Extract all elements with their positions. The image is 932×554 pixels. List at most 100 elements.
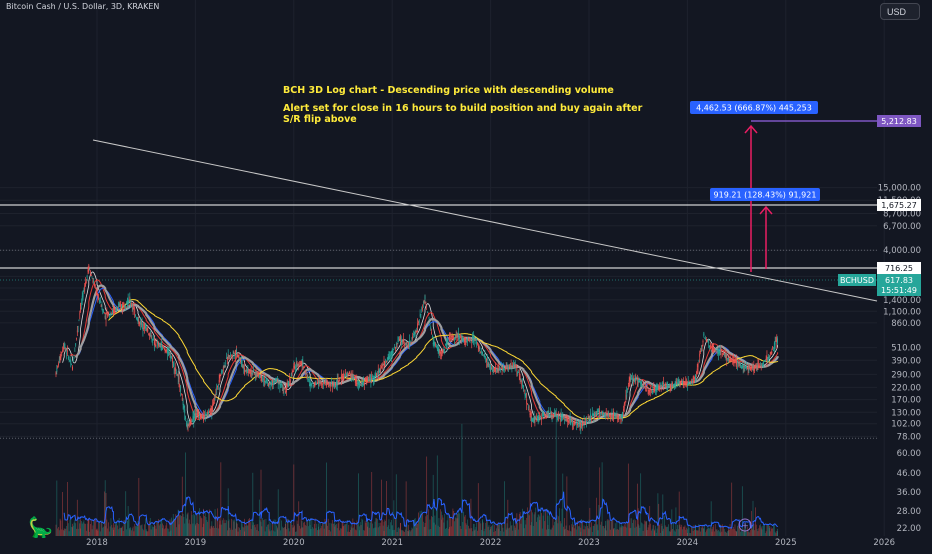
volume-bar <box>238 527 240 536</box>
volume-bar <box>505 529 507 536</box>
volume-bar <box>226 530 228 536</box>
volume-bar <box>636 526 637 536</box>
candle-body <box>689 380 691 382</box>
volume-bar <box>345 523 347 536</box>
volume-bar <box>227 521 229 536</box>
candle-body <box>752 368 754 370</box>
volume-bar <box>388 519 390 536</box>
candle-body <box>361 382 363 386</box>
candle-body <box>272 380 274 385</box>
volume-bar <box>336 528 338 536</box>
candle-body <box>122 303 123 307</box>
volume-bar <box>459 525 461 536</box>
volume-bar <box>245 523 247 536</box>
candle-body <box>346 374 348 376</box>
volume-bar <box>294 525 296 536</box>
candle-body <box>672 382 674 385</box>
volume-bar <box>370 520 372 536</box>
candle-body <box>117 308 118 310</box>
candle-body <box>65 349 67 351</box>
candle-body <box>579 422 581 424</box>
volume-bar <box>463 516 465 536</box>
candle-body <box>772 346 774 349</box>
candle-body <box>354 377 355 378</box>
candle-body <box>99 300 100 302</box>
volume-bar <box>737 525 738 536</box>
volume-bar <box>441 519 442 536</box>
volume-bar <box>708 527 710 536</box>
candle-body <box>594 415 596 417</box>
volume-bar <box>580 527 582 536</box>
volume-bar <box>492 521 494 536</box>
price-tick-label: 6,700.00 <box>883 222 921 232</box>
candle-body <box>127 298 129 303</box>
volume-icon[interactable]: 🦕 <box>28 515 53 539</box>
candle-body <box>427 311 428 313</box>
volume-bar <box>632 522 633 536</box>
candle-body <box>171 357 173 359</box>
candle-body <box>760 364 762 367</box>
candle-body <box>582 421 584 424</box>
candle-body <box>176 372 177 374</box>
candle-body <box>293 366 295 371</box>
candle-body <box>241 362 243 366</box>
volume-bar <box>320 528 322 536</box>
candle-body <box>576 420 578 424</box>
candle-body <box>614 414 615 416</box>
candle-body <box>732 359 734 364</box>
candle-body <box>282 389 284 391</box>
volume-bar <box>85 530 87 536</box>
candle-body <box>692 377 694 379</box>
chart-canvas[interactable]: BCH 3D Log chart - Descending price with… <box>0 0 932 550</box>
candle-body <box>681 380 683 382</box>
symbol-title: Bitcoin Cash / U.S. Dollar, 3D, KRAKEN <box>6 2 160 11</box>
candle-body <box>121 305 122 308</box>
volume-bar <box>153 526 154 536</box>
candle-body <box>158 343 160 345</box>
candle-body <box>312 382 314 384</box>
candle-body <box>450 338 452 340</box>
volume-bar <box>386 481 387 536</box>
volume-bar <box>463 511 464 536</box>
volume-bar <box>664 515 665 536</box>
volume-bar <box>211 525 213 536</box>
candle-body <box>523 387 524 390</box>
currency-button[interactable]: USD <box>880 3 920 20</box>
volume-bar <box>537 514 539 536</box>
candle-body <box>190 419 191 426</box>
candle-body <box>175 367 177 371</box>
volume-bar <box>381 479 382 536</box>
candle-body <box>219 374 221 378</box>
volume-bar <box>363 530 364 536</box>
candle-body <box>438 349 440 353</box>
volume-bar <box>207 521 209 536</box>
volume-bar <box>340 528 341 536</box>
candle-body <box>108 315 110 317</box>
volume-bar <box>769 531 771 536</box>
volume-bar <box>258 499 260 536</box>
candle-body <box>342 373 344 375</box>
candle-body <box>213 398 215 404</box>
candle-body <box>668 384 669 386</box>
volume-bar <box>186 514 188 536</box>
candle-body <box>680 382 682 384</box>
volume-bar <box>204 512 206 536</box>
resistance-price-label: 1,675.27 <box>881 201 917 210</box>
volume-bar <box>299 528 301 536</box>
volume-bar <box>230 529 232 536</box>
volume-bar <box>131 530 132 536</box>
volume-bar <box>613 529 614 536</box>
volume-bar <box>161 519 163 536</box>
candle-body <box>200 417 202 419</box>
candle-body <box>176 373 178 376</box>
candle-body <box>151 338 153 341</box>
candle-body <box>664 383 666 386</box>
candle-body <box>603 412 605 415</box>
volume-bar <box>472 531 473 536</box>
candle-body <box>208 412 210 414</box>
volume-bar <box>414 518 416 536</box>
candle-body <box>652 390 654 392</box>
volume-bar <box>245 525 246 536</box>
candle-body <box>596 412 598 415</box>
candle-body <box>350 372 352 376</box>
